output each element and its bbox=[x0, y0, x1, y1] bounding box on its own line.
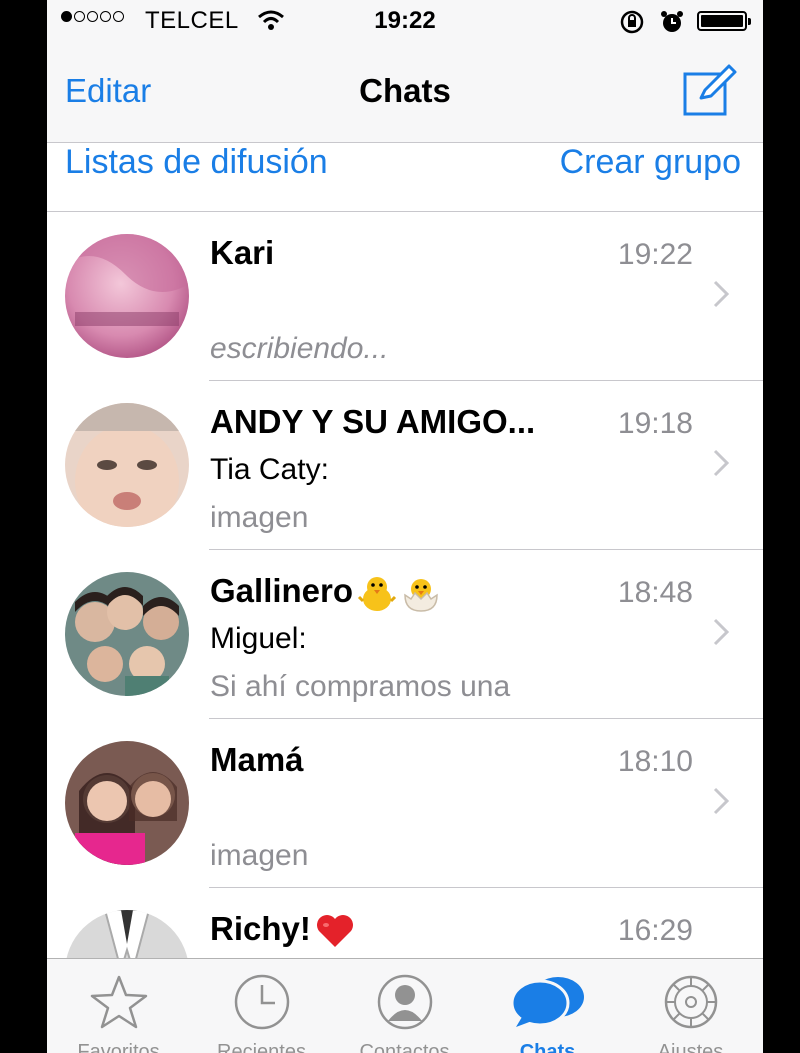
star-icon bbox=[90, 975, 147, 1029]
chat-name: Richy! bbox=[210, 910, 355, 949]
chat-preview: Si ahí compramos una bbox=[210, 670, 511, 703]
chat-name: Kari bbox=[210, 234, 275, 271]
tab-label: Recientes bbox=[217, 1041, 306, 1053]
tab-label: Ajustes bbox=[657, 1041, 724, 1053]
chat-preview: escribiendo... bbox=[210, 332, 389, 365]
rotation-lock-icon bbox=[620, 10, 644, 34]
chat-sender: Miguel: bbox=[210, 622, 307, 655]
page-title: Chats bbox=[359, 72, 451, 109]
tab-label: Contactos bbox=[359, 1041, 450, 1053]
chat-time: 19:18 bbox=[617, 407, 693, 440]
tab-contactos[interactable]: Contactos bbox=[333, 959, 476, 1053]
chat-row-kari[interactable]: Kari 19:22 escribiendo... bbox=[47, 212, 763, 381]
avatar bbox=[65, 403, 189, 527]
clock-icon bbox=[234, 974, 289, 1030]
person-icon bbox=[377, 974, 432, 1030]
status-time: 19:22 bbox=[374, 7, 436, 34]
avatar bbox=[65, 741, 189, 865]
chat-name: ANDY Y SU AMIGO... bbox=[210, 403, 536, 440]
tab-chats[interactable]: Chats bbox=[476, 959, 619, 1053]
chat-row-gallinero[interactable]: Gallinero 18:48 Miguel: Si ahí compramos… bbox=[47, 550, 763, 719]
chat-row-mama[interactable]: Mamá 18:10 imagen bbox=[47, 719, 763, 888]
broadcast-lists-link[interactable]: Listas de difusión bbox=[65, 143, 328, 182]
baby-chick-icon bbox=[357, 577, 397, 612]
chat-time: 18:10 bbox=[617, 745, 693, 778]
red-heart-icon bbox=[316, 915, 353, 948]
tab-recientes[interactable]: Recientes bbox=[190, 959, 333, 1053]
gear-icon bbox=[664, 975, 717, 1029]
tab-bar: Favoritos Recientes Contactos Chats Ajus… bbox=[47, 958, 763, 1053]
new-group-link[interactable]: Crear grupo bbox=[560, 143, 741, 182]
tab-label: Chats bbox=[519, 1041, 576, 1053]
tab-favoritos[interactable]: Favoritos bbox=[47, 959, 190, 1053]
alarm-icon bbox=[661, 11, 683, 32]
status-bar: TELCEL 19:22 bbox=[47, 0, 763, 44]
chat-name: Mamá bbox=[210, 741, 304, 778]
avatar bbox=[65, 234, 189, 358]
hatching-chick-icon bbox=[404, 579, 438, 613]
chat-actions-bar: Listas de difusión Crear grupo bbox=[47, 143, 763, 212]
chat-time: 16:29 bbox=[617, 914, 693, 947]
compose-icon[interactable] bbox=[681, 62, 739, 120]
chat-name: Gallinero bbox=[210, 572, 441, 613]
chat-time: 19:22 bbox=[617, 238, 693, 271]
chevron-right-icon bbox=[713, 449, 729, 477]
chat-time: 18:48 bbox=[617, 576, 693, 609]
chevron-right-icon bbox=[713, 787, 729, 815]
chevron-right-icon bbox=[713, 618, 729, 646]
avatar bbox=[65, 572, 189, 696]
navigation-bar: Editar Chats bbox=[47, 44, 763, 143]
edit-button[interactable]: Editar bbox=[65, 72, 151, 110]
chevron-right-icon bbox=[713, 280, 729, 308]
chat-row-andy[interactable]: ANDY Y SU AMIGO... 19:18 Tia Caty: image… bbox=[47, 381, 763, 550]
whatsapp-screen: TELCEL 19:22 Editar Chats Listas de difu… bbox=[47, 0, 763, 1053]
chat-preview: imagen bbox=[210, 839, 309, 872]
battery-icon bbox=[697, 11, 751, 31]
chat-preview: imagen bbox=[210, 501, 309, 534]
tab-ajustes[interactable]: Ajustes bbox=[619, 959, 762, 1053]
chat-sender: Tia Caty: bbox=[210, 453, 329, 486]
chat-bubbles-icon bbox=[510, 977, 584, 1027]
tab-label: Favoritos bbox=[77, 1041, 160, 1053]
